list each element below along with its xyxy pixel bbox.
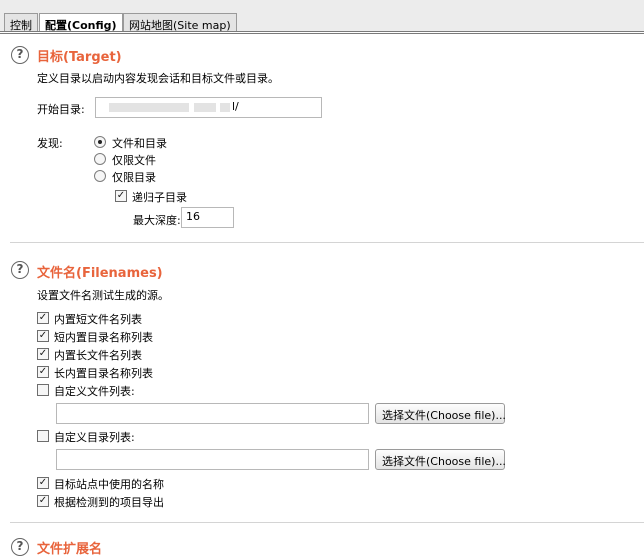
radio-files-and-dirs-label: 文件和目录 — [112, 137, 167, 150]
redacted-text — [109, 103, 189, 112]
help-icon[interactable]: ? — [11, 538, 29, 556]
tab-control[interactable]: 控制 — [4, 13, 38, 32]
max-depth-input[interactable]: 16 — [181, 207, 234, 228]
redacted-text — [194, 103, 216, 112]
radio-files-only-label: 仅限文件 — [112, 154, 156, 167]
extensions-section-title: 文件扩展名 — [37, 542, 103, 557]
start-dir-input[interactable]: l/ — [95, 97, 322, 118]
radio-files-and-dirs[interactable] — [94, 136, 106, 148]
builtin-short-files-label: 内置短文件名列表 — [54, 313, 142, 326]
builtin-long-dirs-label: 长内置目录名称列表 — [54, 367, 153, 380]
tab-bar: 控制 配置(Config) 网站地图(Site map) — [0, 0, 644, 33]
custom-dir-list-checkbox[interactable] — [37, 430, 49, 442]
tab-underline — [0, 31, 644, 34]
tab-config[interactable]: 配置(Config) — [39, 13, 123, 33]
section-divider — [10, 522, 644, 523]
custom-file-list-input[interactable] — [56, 403, 369, 424]
discover-label: 发现: — [37, 137, 63, 150]
target-section-title: 目标(Target) — [37, 50, 122, 65]
builtin-long-files-label: 内置长文件名列表 — [54, 349, 142, 362]
recursive-label: 递归子目录 — [132, 191, 187, 204]
derived-names-checkbox[interactable]: ✓ — [37, 495, 49, 507]
site-names-checkbox[interactable]: ✓ — [37, 477, 49, 489]
radio-dirs-only[interactable] — [94, 170, 106, 182]
site-names-label: 目标站点中使用的名称 — [54, 478, 164, 491]
custom-dir-list-input[interactable] — [56, 449, 369, 470]
radio-dirs-only-label: 仅限目录 — [112, 171, 156, 184]
builtin-short-files-checkbox[interactable]: ✓ — [37, 312, 49, 324]
builtin-short-dirs-label: 短内置目录名称列表 — [54, 331, 153, 344]
builtin-short-dirs-checkbox[interactable]: ✓ — [37, 330, 49, 342]
choose-file-button[interactable]: 选择文件(Choose file)... — [375, 403, 506, 424]
help-icon[interactable]: ? — [11, 261, 29, 279]
choose-dir-file-button[interactable]: 选择文件(Choose file)... — [375, 449, 506, 470]
custom-file-list-label: 自定义文件列表: — [54, 385, 135, 398]
custom-file-list-checkbox[interactable] — [37, 384, 49, 396]
radio-files-only[interactable] — [94, 153, 106, 165]
builtin-long-dirs-checkbox[interactable]: ✓ — [37, 366, 49, 378]
redacted-text — [220, 103, 230, 112]
recursive-checkbox[interactable]: ✓ — [115, 190, 127, 202]
derived-names-label: 根据检测到的项目导出 — [54, 496, 164, 509]
start-dir-value: l/ — [232, 100, 239, 113]
section-divider — [10, 242, 644, 243]
tab-site-map[interactable]: 网站地图(Site map) — [123, 13, 237, 32]
target-description: 定义目录以启动内容发现会话和目标文件或目录。 — [37, 72, 279, 85]
filenames-section-title: 文件名(Filenames) — [37, 266, 163, 281]
filenames-description: 设置文件名测试生成的源。 — [37, 289, 169, 302]
start-dir-label: 开始目录: — [37, 103, 85, 116]
custom-dir-list-label: 自定义目录列表: — [54, 431, 135, 444]
help-icon[interactable]: ? — [11, 46, 29, 64]
max-depth-label: 最大深度: — [133, 214, 181, 227]
builtin-long-files-checkbox[interactable]: ✓ — [37, 348, 49, 360]
